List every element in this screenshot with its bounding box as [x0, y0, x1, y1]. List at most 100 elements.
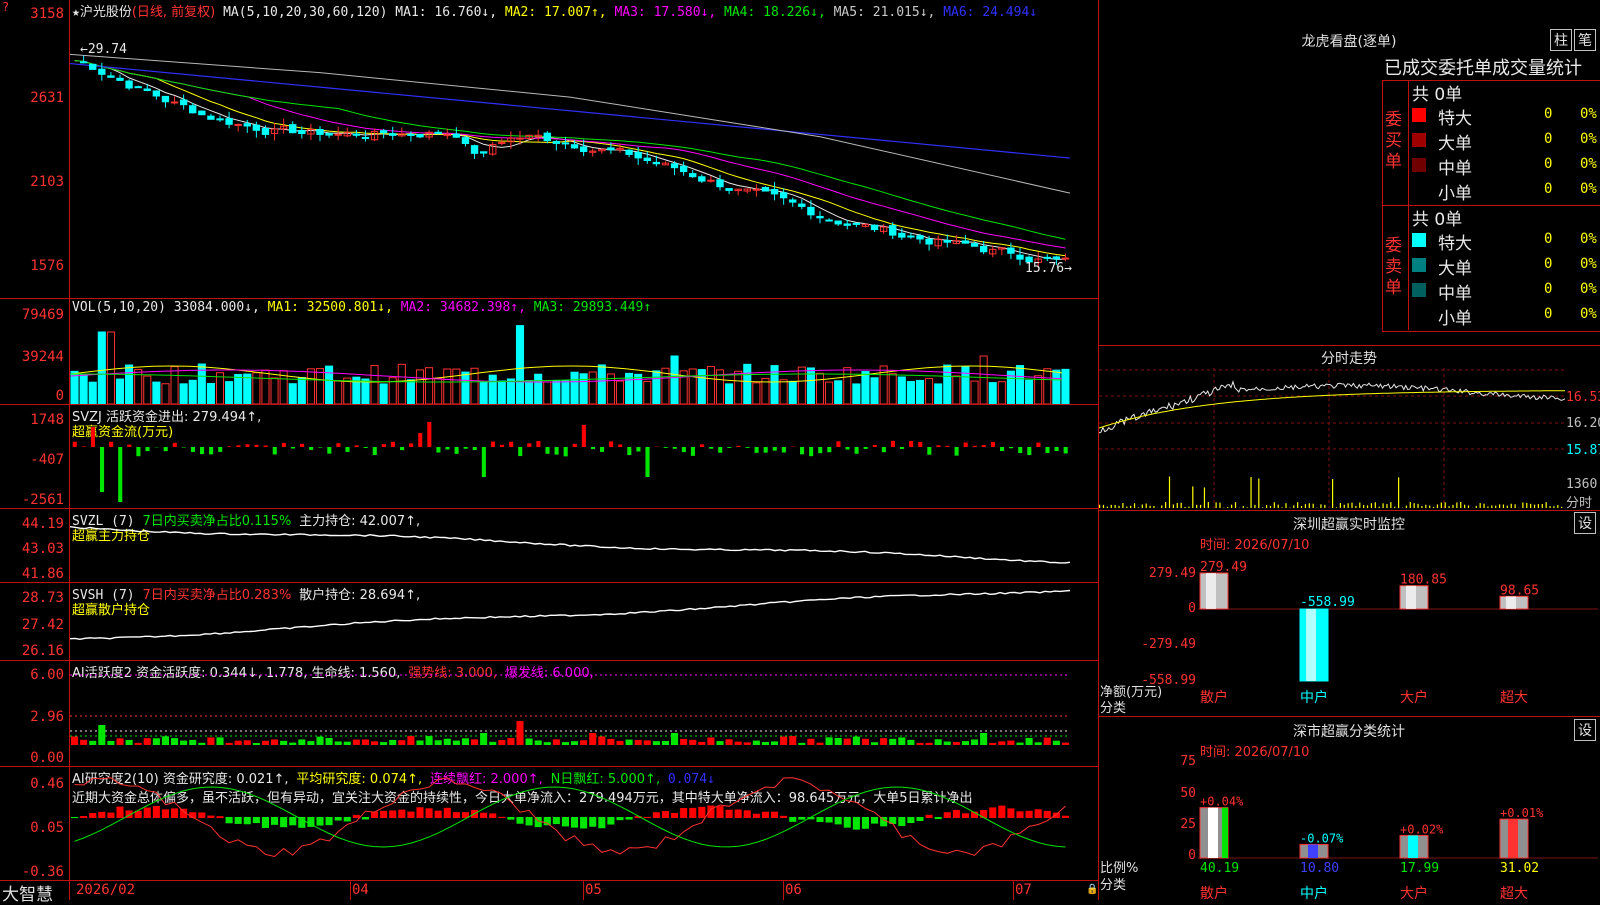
fund-flow-chart[interactable] — [70, 405, 1098, 508]
research-bar — [707, 806, 714, 818]
flow-bar — [691, 447, 695, 456]
intraday-volume-bar — [1491, 505, 1492, 508]
candle — [380, 131, 386, 133]
bar-value-label: -558.99 — [1300, 595, 1355, 610]
research-bar — [871, 817, 878, 824]
activity-bar — [635, 740, 642, 745]
candle — [1053, 257, 1059, 259]
intraday-volume-bar — [1355, 506, 1356, 508]
flow-bar — [145, 447, 149, 451]
activity-bar — [598, 736, 605, 745]
order-percent: 0% — [1580, 256, 1597, 272]
vol-value: 33084.000↓, — [174, 300, 260, 315]
activity-bar — [826, 737, 833, 745]
research-bar — [344, 817, 351, 821]
flow-bar — [618, 445, 622, 447]
intraday-chart[interactable] — [1099, 368, 1565, 508]
intraday-volume-bar — [1293, 505, 1294, 508]
activity-bar — [498, 740, 505, 745]
classify-settings-button[interactable]: 设 — [1574, 719, 1596, 741]
research-bar — [898, 817, 905, 826]
activity-bar — [253, 743, 260, 745]
candle — [226, 119, 232, 125]
flow-bar — [555, 447, 559, 455]
flow-bar — [1036, 443, 1040, 447]
lock-icon[interactable]: 🔒 — [1086, 884, 1098, 895]
bar-highlight — [1222, 808, 1228, 858]
category-label: 大户 — [1400, 885, 1428, 900]
activity-bar — [371, 741, 378, 745]
flow-bar — [918, 442, 922, 447]
candle — [290, 125, 296, 133]
intraday-volume-bar — [1297, 502, 1298, 508]
flow-bar — [809, 447, 813, 456]
activity-bar — [289, 743, 296, 745]
flow-bar — [636, 447, 640, 452]
classify-time: 时间: 2026/07/10 — [1200, 741, 1309, 760]
research-bar — [107, 813, 114, 818]
ai-research-axis-label: -0.36 — [0, 864, 64, 880]
tick-view-button[interactable]: 笔 — [1574, 29, 1596, 51]
candle — [1008, 248, 1014, 253]
monitor-settings-button[interactable]: 设 — [1574, 512, 1596, 534]
flow-bar — [236, 445, 240, 447]
activity-bar — [462, 738, 469, 745]
candle — [680, 166, 686, 171]
candle — [435, 132, 441, 133]
ai-activity-chart[interactable] — [70, 661, 1098, 766]
retail-holding-chart[interactable] — [70, 583, 1098, 660]
flow-bar — [1064, 447, 1068, 453]
research-bar — [362, 817, 369, 819]
flow-bar — [373, 447, 377, 455]
activity-bar — [1035, 742, 1042, 745]
order-color-swatch — [1412, 308, 1426, 322]
intraday-volume-bar — [1425, 505, 1426, 508]
volume-bar — [126, 365, 133, 404]
candle — [699, 177, 705, 181]
flow-bar — [609, 441, 613, 447]
intraday-volume-bar — [1126, 507, 1127, 508]
intraday-volume-bar — [1266, 505, 1267, 508]
research-bar — [1035, 809, 1042, 818]
research-bar — [944, 812, 951, 818]
volume-bar — [616, 381, 623, 404]
activity-bar — [935, 739, 942, 745]
activity-bar — [480, 733, 487, 745]
classify-title: 深市超赢分类统计 — [1099, 721, 1599, 741]
volume-bar — [1016, 366, 1023, 404]
bar-view-button[interactable]: 柱 — [1550, 29, 1572, 51]
price-axis-label: 2631 — [0, 90, 64, 106]
dragon-tiger-title: 龙虎看盘(逐单) — [1099, 31, 1599, 51]
candle — [571, 145, 577, 148]
volume-bar — [326, 366, 333, 404]
order-type: 小单 — [1438, 179, 1472, 204]
research-bar — [171, 808, 178, 818]
flow-bar — [845, 447, 849, 450]
candlestick-chart[interactable] — [70, 14, 1098, 298]
volume-bar — [298, 377, 305, 404]
candle — [635, 152, 641, 157]
net-flow-bar-chart[interactable]: 279.49散户-558.99中户180.85大户98.65超大 — [1198, 545, 1598, 705]
research-bar — [271, 817, 278, 825]
volume-bar — [698, 370, 705, 404]
intraday-volume-bar — [1181, 503, 1182, 508]
order-row: 小单00% — [1412, 304, 1598, 326]
volume-bar — [80, 375, 87, 404]
volume-bar — [1044, 369, 1051, 404]
flow-bar — [318, 447, 322, 448]
classify-axis-label: 50 — [1100, 786, 1196, 801]
main-holding-chart[interactable] — [70, 509, 1098, 582]
flow-bar — [109, 442, 113, 447]
research-bar — [1044, 811, 1051, 818]
research-bar — [826, 817, 833, 823]
volume-chart[interactable] — [70, 316, 1098, 404]
ratio-bar-chart[interactable]: +0.04%40.19散户-0.07%10.80中户+0.02%17.99大户+… — [1198, 760, 1598, 900]
flow-bar — [1045, 447, 1049, 453]
ai-research-chart[interactable] — [70, 767, 1098, 880]
candle — [790, 200, 796, 202]
order-row: 特大00% — [1412, 229, 1598, 251]
activity-bar — [716, 741, 723, 745]
flow-bar — [945, 446, 949, 447]
bar-change-label: +0.02% — [1400, 822, 1444, 836]
bar-highlight — [1406, 586, 1416, 609]
